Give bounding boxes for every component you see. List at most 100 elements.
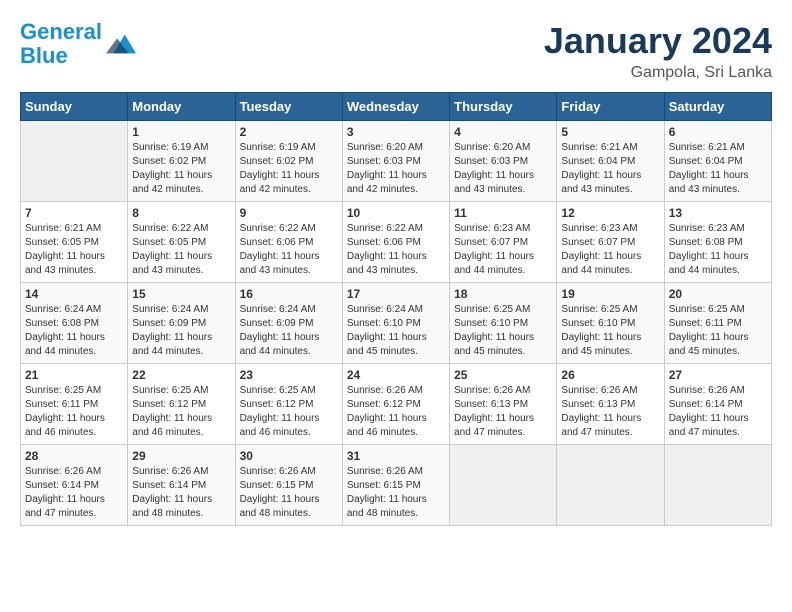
calendar-cell [450,445,557,526]
day-info: Sunrise: 6:24 AMSunset: 6:08 PMDaylight:… [25,303,123,359]
calendar-cell: 22Sunrise: 6:25 AMSunset: 6:12 PMDayligh… [128,364,235,445]
calendar-cell: 4Sunrise: 6:20 AMSunset: 6:03 PMDaylight… [450,121,557,202]
day-number: 22 [132,368,230,382]
day-info: Sunrise: 6:24 AMSunset: 6:10 PMDaylight:… [347,303,445,359]
day-number: 10 [347,206,445,220]
calendar-cell: 8Sunrise: 6:22 AMSunset: 6:05 PMDaylight… [128,202,235,283]
day-number: 14 [25,287,123,301]
day-number: 20 [669,287,767,301]
calendar-cell: 21 Sunrise: 6:25 AMSunset: 6:11 PMDayligh… [21,364,128,445]
page-header: General Blue January 2024 Gampola, Sri L… [20,20,772,82]
day-info: Sunrise: 6:25 AMSunset: 6:12 PMDaylight:… [240,384,338,440]
day-info: Sunrise: 6:26 AMSunset: 6:14 PMDaylight:… [669,384,767,440]
day-info: Sunrise: 6:20 AMSunset: 6:03 PMDaylight:… [347,141,445,197]
calendar-week-row: 21 Sunrise: 6:25 AMSunset: 6:11 PMDayligh… [21,364,772,445]
calendar-cell [21,121,128,202]
calendar-cell: 29Sunrise: 6:26 AMSunset: 6:14 PMDayligh… [128,445,235,526]
weekday-header: Wednesday [342,93,449,121]
calendar-week-row: 1Sunrise: 6:19 AMSunset: 6:02 PMDaylight… [21,121,772,202]
calendar-cell: 18 Sunrise: 6:25 AMSunset: 6:10 PMDayligh… [450,283,557,364]
weekday-header: Friday [557,93,664,121]
day-info: Sunrise: 6:26 AMSunset: 6:14 PMDaylight:… [132,465,230,521]
calendar-cell: 3 Sunrise: 6:20 AMSunset: 6:03 PMDaylight… [342,121,449,202]
day-number: 6 [669,125,767,139]
calendar-cell: 9 Sunrise: 6:22 AMSunset: 6:06 PMDaylight… [235,202,342,283]
day-info: Sunrise: 6:23 AMSunset: 6:07 PMDaylight:… [454,222,552,278]
calendar-cell: 5 Sunrise: 6:21 AMSunset: 6:04 PMDaylight… [557,121,664,202]
day-info: Sunrise: 6:26 AMSunset: 6:13 PMDaylight:… [561,384,659,440]
day-number: 2 [240,125,338,139]
day-number: 17 [347,287,445,301]
main-title: January 2024 [544,20,772,62]
day-number: 8 [132,206,230,220]
day-number: 18 [454,287,552,301]
day-info: Sunrise: 6:22 AMSunset: 6:06 PMDaylight:… [240,222,338,278]
calendar-cell: 28Sunrise: 6:26 AMSunset: 6:14 PMDayligh… [21,445,128,526]
day-number: 21 [25,368,123,382]
day-number: 13 [669,206,767,220]
calendar-header: SundayMondayTuesdayWednesdayThursdayFrid… [21,93,772,121]
header-row: SundayMondayTuesdayWednesdayThursdayFrid… [21,93,772,121]
day-info: Sunrise: 6:24 AMSunset: 6:09 PMDaylight:… [240,303,338,359]
day-number: 31 [347,449,445,463]
day-info: Sunrise: 6:25 AMSunset: 6:10 PMDaylight:… [454,303,552,359]
day-number: 15 [132,287,230,301]
logo-line2: Blue [20,43,68,68]
calendar-cell: 25 Sunrise: 6:26 AMSunset: 6:13 PMDayligh… [450,364,557,445]
calendar-cell: 19 Sunrise: 6:25 AMSunset: 6:10 PMDayligh… [557,283,664,364]
weekday-header: Thursday [450,93,557,121]
calendar-cell: 30Sunrise: 6:26 AMSunset: 6:15 PMDayligh… [235,445,342,526]
calendar-cell: 17 Sunrise: 6:24 AMSunset: 6:10 PMDayligh… [342,283,449,364]
day-info: Sunrise: 6:25 AMSunset: 6:11 PMDaylight:… [25,384,123,440]
day-number: 11 [454,206,552,220]
calendar-week-row: 28 Sunrise: 6:26 AMSunset: 6:14 PMDayligh… [21,445,772,526]
day-number: 16 [240,287,338,301]
calendar-cell: 14 Sunrise: 6:24 AMSunset: 6:08 PMDayligh… [21,283,128,364]
logo-icon [106,29,136,59]
day-number: 5 [561,125,659,139]
logo-line1: General [20,19,102,44]
calendar-cell: 2 Sunrise: 6:19 AMSunset: 6:02 PMDaylight… [235,121,342,202]
calendar-body: 1Sunrise: 6:19 AMSunset: 6:02 PMDaylight… [21,121,772,526]
calendar-cell: 31Sunrise: 6:26 AMSunset: 6:15 PMDayligh… [342,445,449,526]
subtitle: Gampola, Sri Lanka [544,64,772,82]
day-info: Sunrise: 6:24 AMSunset: 6:09 PMDaylight:… [132,303,230,359]
calendar-cell: 6Sunrise: 6:21 AMSunset: 6:04 PMDaylight… [664,121,771,202]
day-info: Sunrise: 6:26 AMSunset: 6:12 PMDaylight:… [347,384,445,440]
calendar-cell: 15 Sunrise: 6:24 AMSunset: 6:09 PMDayligh… [128,283,235,364]
calendar-cell: 13Sunrise: 6:23 AMSunset: 6:08 PMDayligh… [664,202,771,283]
day-number: 28 [25,449,123,463]
day-info: Sunrise: 6:23 AMSunset: 6:07 PMDaylight:… [561,222,659,278]
logo-text: General Blue [20,20,102,68]
day-info: Sunrise: 6:26 AMSunset: 6:13 PMDaylight:… [454,384,552,440]
day-number: 26 [561,368,659,382]
calendar-cell: 24 Sunrise: 6:26 AMSunset: 6:12 PMDayligh… [342,364,449,445]
weekday-header: Tuesday [235,93,342,121]
calendar-cell: 20 Sunrise: 6:25 AMSunset: 6:11 PMDayligh… [664,283,771,364]
day-number: 24 [347,368,445,382]
day-number: 27 [669,368,767,382]
calendar-cell: 23 Sunrise: 6:25 AMSunset: 6:12 PMDayligh… [235,364,342,445]
weekday-header: Saturday [664,93,771,121]
calendar-cell: 10 Sunrise: 6:22 AMSunset: 6:06 PMDayligh… [342,202,449,283]
day-number: 25 [454,368,552,382]
day-info: Sunrise: 6:19 AMSunset: 6:02 PMDaylight:… [240,141,338,197]
day-number: 12 [561,206,659,220]
day-number: 9 [240,206,338,220]
logo: General Blue [20,20,136,68]
calendar-cell [557,445,664,526]
day-number: 19 [561,287,659,301]
day-info: Sunrise: 6:21 AMSunset: 6:04 PMDaylight:… [561,141,659,197]
calendar-table: SundayMondayTuesdayWednesdayThursdayFrid… [20,92,772,526]
day-info: Sunrise: 6:22 AMSunset: 6:06 PMDaylight:… [347,222,445,278]
day-number: 23 [240,368,338,382]
calendar-cell: 16 Sunrise: 6:24 AMSunset: 6:09 PMDayligh… [235,283,342,364]
calendar-week-row: 7Sunrise: 6:21 AMSunset: 6:05 PMDaylight… [21,202,772,283]
day-info: Sunrise: 6:25 AMSunset: 6:10 PMDaylight:… [561,303,659,359]
day-number: 4 [454,125,552,139]
calendar-cell: 26 Sunrise: 6:26 AMSunset: 6:13 PMDayligh… [557,364,664,445]
day-info: Sunrise: 6:25 AMSunset: 6:11 PMDaylight:… [669,303,767,359]
day-number: 3 [347,125,445,139]
weekday-header: Monday [128,93,235,121]
weekday-header: Sunday [21,93,128,121]
